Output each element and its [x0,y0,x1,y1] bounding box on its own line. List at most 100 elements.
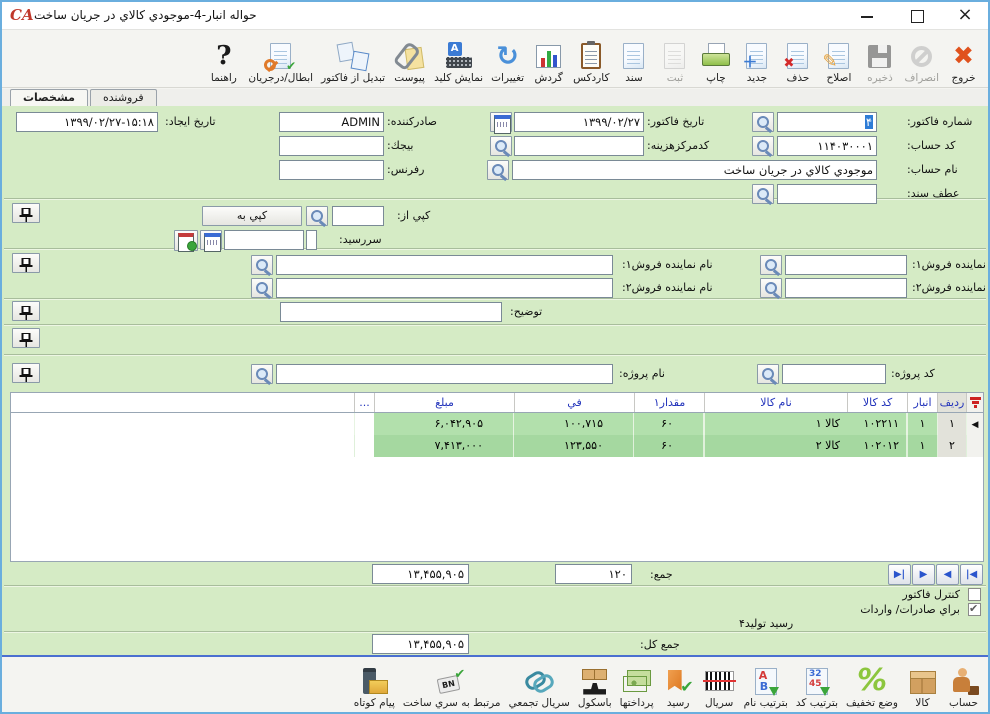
sms-button[interactable]: پيام كوتاه [350,659,399,712]
changes-button[interactable]: تغييرات [487,33,528,87]
kardex-button[interactable]: كاردكس [569,33,613,87]
account-button[interactable]: حساب [943,659,984,712]
invoice-no-label: شماره فاكتور: [907,112,972,132]
col-qty[interactable]: مقدار۱ [634,393,704,412]
pin-button[interactable] [12,203,40,223]
turnover-button[interactable]: گردش [528,33,569,87]
cancel-button: انصراف [900,33,943,87]
weighbridge-button[interactable]: باسكول [574,659,616,712]
project-code-input[interactable] [782,364,886,384]
col-fee[interactable]: في [514,393,634,412]
rep1-name-search-icon[interactable] [251,255,273,275]
due-date-calendar-icon[interactable] [200,230,222,250]
pin-button[interactable] [12,363,40,383]
sort-by-name-button[interactable]: بترتيب نام [740,659,792,712]
sum-label: جمع: [650,565,673,585]
filter-icon[interactable] [966,393,983,412]
exit-button[interactable]: خروج [943,33,984,87]
rep1-name-input[interactable] [276,255,613,275]
project-name-input[interactable] [276,364,613,384]
account-code-search-icon[interactable] [752,136,774,156]
void-pending-button[interactable]: ✔ابطال/درجريان [244,33,317,87]
invoice-control-checkbox[interactable] [968,588,981,601]
tab-specifications[interactable]: مشخصات [10,89,88,106]
col-amount[interactable]: مبلغ [374,393,514,412]
nav-last-icon[interactable]: ▶| [888,564,911,585]
batch-link-button[interactable]: مرتبط به سري ساخت [399,659,505,712]
copy-from-search-icon[interactable] [306,206,328,226]
convert-invoice-button[interactable]: تبديل از فاكتور [317,33,389,87]
nav-first-icon[interactable]: |◀ [960,564,983,585]
account-name-search-icon[interactable] [487,160,509,180]
cost-center-input[interactable] [514,136,644,156]
invoice-date-input[interactable]: ۱۳۹۹/۰۲/۲۷ [514,112,644,132]
attachment-button[interactable]: پيوست [389,33,430,87]
due-date-schedule-icon[interactable] [174,230,198,251]
table-row[interactable]: ۱ ۱ ۱۰۲۲۱۱ كالا ۱ ۶۰ ۱۰۰,۷۱۵ ۶,۰۴۲,۹۰۵ [11,413,983,435]
export-import-checkbox[interactable] [968,603,981,616]
col-item-name[interactable]: نام كالا [704,393,847,412]
copy-to-button[interactable]: كپي به [202,206,302,226]
sort-by-code-button[interactable]: بترتيب كد [792,659,842,712]
due-date-input[interactable] [224,230,304,250]
items-grid[interactable]: رديف انبار كد كالا نام كالا مقدار۱ في مب… [10,392,984,562]
project-name-search-icon[interactable] [251,364,273,384]
account-code-input[interactable]: ۱۱۴۰۳۰۰۰۱ [777,136,877,156]
close-icon[interactable] [948,2,982,29]
pin-button[interactable] [12,253,40,273]
batch-link-icon [438,668,465,695]
nav-prev-icon[interactable]: ◀ [936,564,959,585]
invoice-no-search-icon[interactable] [752,112,774,132]
pin-button[interactable] [12,301,40,321]
col-radif[interactable]: رديف [937,393,966,412]
show-keys-button[interactable]: نمايش كليد [430,33,487,87]
goods-icon [909,668,936,695]
print-button[interactable]: چاپ [695,33,736,87]
cost-center-search-icon[interactable] [490,136,512,156]
new-button[interactable]: ＋جديد [736,33,777,87]
delete-button[interactable]: ✖حذف [777,33,818,87]
minimize-icon[interactable] [850,2,884,29]
issuer-input[interactable]: ADMIN [279,112,384,132]
col-anbar[interactable]: انبار [907,393,937,412]
rep2-code-search-icon[interactable] [760,278,782,298]
table-row[interactable]: ۲ ۱ ۱۰۲۰۱۲ كالا ۲ ۶۰ ۱۲۳,۵۵۰ ۷,۴۱۳,۰۰۰ [11,435,983,457]
account-name-input[interactable]: موجودي كالاي در جريان ساخت [512,160,877,180]
pin-button[interactable] [12,328,40,348]
doc-ref-search-icon[interactable] [752,184,774,204]
rep2-name-input[interactable] [276,278,613,298]
serial-button[interactable]: سريال [699,659,740,712]
pin-icon [20,256,33,272]
rep2-code-input[interactable] [785,278,907,298]
project-code-search-icon[interactable] [757,364,779,384]
voucher-icon [623,43,644,69]
payments-button[interactable]: پرداختها [616,659,658,712]
invoice-no-input[interactable]: ۴ [777,112,877,132]
help-button[interactable]: راهنما [203,33,244,87]
rep1-code-input[interactable] [785,255,907,275]
due-date-flag-box[interactable] [306,230,317,250]
calendar-icon[interactable] [490,112,512,132]
reference-input[interactable] [279,160,384,180]
copy-from-input[interactable] [332,206,384,226]
discount-button[interactable]: وضع تخفيف [842,659,902,712]
tab-seller[interactable]: فروشنده [90,89,157,106]
nav-next-icon[interactable]: ▶ [912,564,935,585]
divider [4,631,986,632]
voucher-button[interactable]: سند [613,33,654,87]
col-item-code[interactable]: كد كالا [847,393,907,412]
bulk-serial-button[interactable]: سريال تجمعي [505,659,574,712]
save-button: ذخيره [859,33,900,87]
doc-ref-input[interactable] [777,184,877,204]
rep2-name-search-icon[interactable] [251,278,273,298]
goods-button[interactable]: كالا [902,659,943,712]
bijak-input[interactable] [279,136,384,156]
edit-button[interactable]: ✎اصلاح [818,33,859,87]
rep1-code-search-icon[interactable] [760,255,782,275]
sum-amount-value: ۱۳,۴۵۵,۹۰۵ [372,564,469,584]
description-input[interactable] [280,302,502,322]
receipt-button[interactable]: رسيد [658,659,699,712]
col-more[interactable]: ... [354,393,374,412]
rep1-name-label: نام نماينده فروش۱: [622,255,713,275]
maximize-icon[interactable] [900,2,934,29]
